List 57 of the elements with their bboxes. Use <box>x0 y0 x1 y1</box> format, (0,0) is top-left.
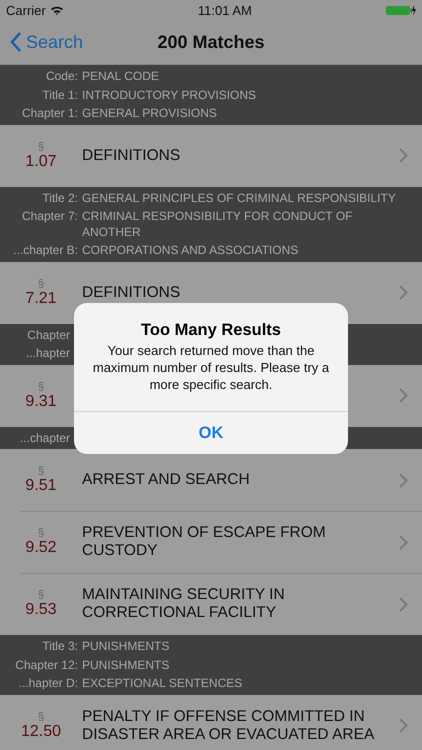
header-value: GENERAL PROVISIONS <box>82 105 218 122</box>
section-number: 7.21 <box>25 290 57 308</box>
back-chevron-icon <box>10 32 22 52</box>
header-label: ...chapter B: <box>12 242 79 259</box>
section-title: DEFINITIONS <box>82 146 180 164</box>
header-value: EXCEPTIONAL SENTENCES <box>82 675 244 692</box>
section-title: PENALTY IF OFFENSE COMMITTED IN DISASTER AREA OR EVACUATED AREA <box>82 708 374 742</box>
header-label: ...chapter <box>18 430 71 446</box>
section-number: 9.51 <box>25 477 57 495</box>
status-time: 11:01 AM <box>198 2 252 18</box>
section-number: 9.31 <box>25 392 57 410</box>
section-symbol: § <box>38 140 44 152</box>
chevron-icon <box>399 472 408 488</box>
header-label: Chapter 1: <box>20 105 79 122</box>
chevron-icon <box>399 388 408 403</box>
section-title: DEFINITIONS <box>82 284 180 300</box>
section-title: ARREST AND SEARCH <box>82 471 250 488</box>
battery-icon <box>386 4 416 16</box>
section-title: MAINTAINING SECURITY IN CORRECTIONAL FACILITY <box>82 586 285 621</box>
chevron-icon <box>399 718 408 733</box>
chevron-icon <box>399 596 408 612</box>
chevron-icon <box>399 285 408 300</box>
header-label: Chapter <box>26 326 71 344</box>
chevron-icon <box>399 148 408 163</box>
header-label: ...hapter D: <box>18 675 79 692</box>
header-value: CORPORATIONS AND ASSOCIATIONS <box>82 242 300 259</box>
header-value: PUNISHMENTS <box>82 638 170 655</box>
header-label: Chapter 12: <box>14 656 79 674</box>
header-value: CRIMINAL RESPONSIBILITY FOR CONDUCT OF ANOTHER <box>82 208 354 240</box>
header-value: INTRODUCTORY PROVISIONS <box>82 86 258 104</box>
alert-message: Your search returned move than the maximum number of results. Please try a more specific search. <box>92 342 330 393</box>
header-label: Chapter 7: <box>20 208 79 225</box>
ok-button[interactable]: OK <box>74 411 348 454</box>
section-number: 1.07 <box>25 152 57 170</box>
header-label: Title 2: <box>41 190 79 206</box>
header-label: ...hapter <box>24 345 71 362</box>
nav-title: 200 Matches <box>157 32 265 52</box>
section-title: PREVENTION OF ESCAPE FROM CUSTODY <box>82 524 326 559</box>
section-symbol: § <box>38 380 44 392</box>
header-value: GENERAL PRINCIPLES OF CRIMINAL RESPONSIBILITY <box>82 190 397 206</box>
section-symbol: § <box>38 527 44 539</box>
wifi-icon <box>50 5 64 15</box>
header-label: Title 3: <box>41 638 79 655</box>
section-number: 12.50 <box>20 722 62 740</box>
section-symbol: § <box>38 278 44 290</box>
section-symbol: § <box>38 710 44 722</box>
chevron-icon <box>399 534 408 550</box>
section-number: 9.52 <box>25 539 57 557</box>
section-symbol: § <box>38 589 44 601</box>
header-label: Title 1: <box>41 86 79 104</box>
header-label: Code: <box>44 68 79 85</box>
alert-title: Too Many Results <box>140 321 282 340</box>
header-value: PENAL CODE <box>82 68 160 85</box>
carrier-label: Carrier <box>6 2 46 18</box>
section-symbol: § <box>38 465 44 477</box>
header-value: PUNISHMENTS <box>82 656 170 674</box>
section-number: 9.53 <box>25 601 57 619</box>
